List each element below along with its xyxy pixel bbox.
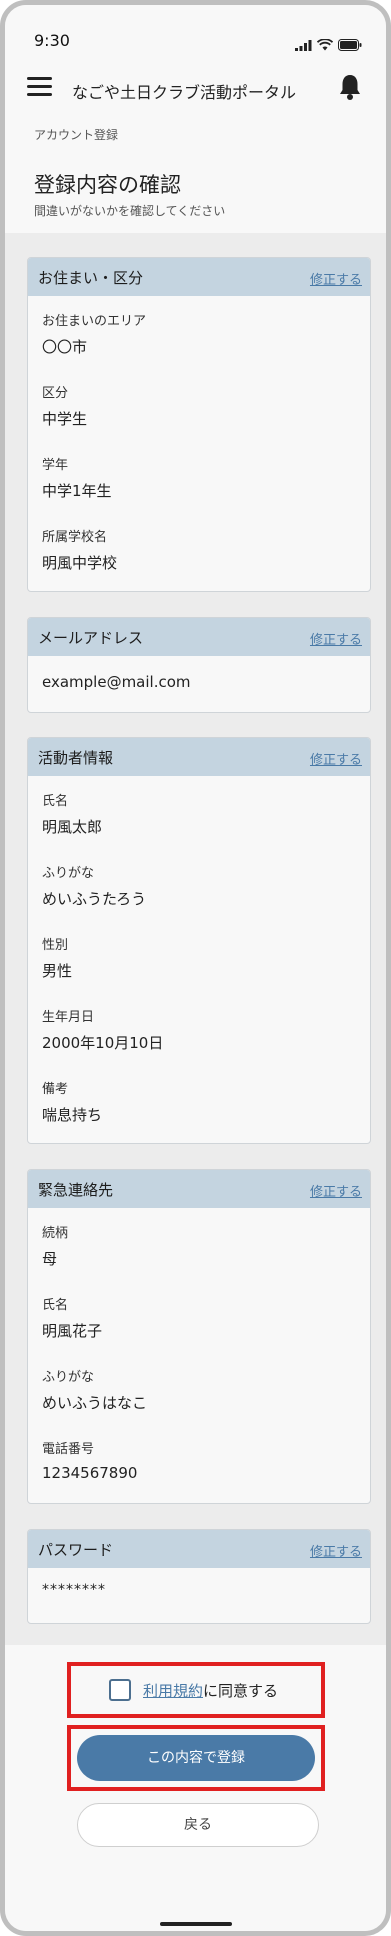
field: お住まいのエリア 〇〇市 xyxy=(42,310,146,357)
field-label: 性別 xyxy=(42,938,69,953)
field-value: 中学生 xyxy=(42,410,88,428)
field-value: 男性 xyxy=(42,962,73,980)
field: 性別 男性 xyxy=(42,934,72,981)
battery-icon xyxy=(338,39,362,51)
password-value: ******** xyxy=(42,1582,106,1598)
card-residence: お住まい・区分 修正する お住まいのエリア 〇〇市 区分 中学生 学年 中学1年… xyxy=(27,257,371,592)
edit-emergency-link[interactable]: 修正する xyxy=(310,1181,362,1200)
field-value: 明風花子 xyxy=(42,1322,103,1340)
edit-residence-link[interactable]: 修正する xyxy=(310,269,362,288)
card-email: メールアドレス 修正する example@mail.com xyxy=(27,617,371,713)
page-title: 登録内容の確認 xyxy=(34,173,181,197)
menu-icon[interactable] xyxy=(27,77,52,97)
app-title: なごや土日クラブ活動ポータル xyxy=(72,83,297,102)
card-member: 活動者情報 修正する 氏名 明風太郎 ふりがな めいふうたろう 性別 男性 生年… xyxy=(27,737,371,1144)
card-header: パスワード 修正する xyxy=(28,1530,370,1568)
terms-label: 利用規約に同意する xyxy=(143,1680,278,1701)
terms-checkbox[interactable] xyxy=(109,1679,131,1701)
field-label: ふりがな xyxy=(42,1370,95,1385)
card-header: メールアドレス 修正する xyxy=(28,618,370,656)
phone-frame: 9:30 なごや土日クラブ活動ポータル アカウント登録 登録内容の確認 間違いが… xyxy=(0,0,391,1936)
field: 氏名 明風太郎 xyxy=(42,790,102,837)
field-label: 氏名 xyxy=(42,1298,69,1313)
field-label: 続柄 xyxy=(42,1226,69,1241)
status-bar: 9:30 xyxy=(5,5,386,61)
wifi-icon xyxy=(317,39,333,51)
email-value: example@mail.com xyxy=(42,673,191,691)
card-emergency: 緊急連絡先 修正する 続柄 母 氏名 明風花子 ふりがな めいふうはなこ 電話番… xyxy=(27,1169,371,1504)
field: 続柄 母 xyxy=(42,1222,68,1269)
terms-link[interactable]: 利用規約 xyxy=(143,1682,203,1700)
field-value: 1234567890 xyxy=(42,1464,138,1482)
bell-icon[interactable] xyxy=(338,73,362,101)
edit-email-link[interactable]: 修正する xyxy=(310,629,362,648)
card-title: お住まい・区分 xyxy=(38,269,144,287)
status-time: 9:30 xyxy=(34,31,70,50)
field-label: ふりがな xyxy=(42,866,95,881)
field-value: 2000年10月10日 xyxy=(42,1034,164,1052)
terms-agreement: 利用規約に同意する xyxy=(109,1679,278,1701)
terms-suffix: に同意する xyxy=(203,1681,279,1700)
page-subtitle: 間違いがないかを確認してください xyxy=(34,204,226,218)
signal-icon xyxy=(295,39,312,51)
field-label: 氏名 xyxy=(42,794,69,809)
field: 氏名 明風花子 xyxy=(42,1294,102,1341)
card-title: パスワード xyxy=(38,1541,114,1559)
field: 生年月日 2000年10月10日 xyxy=(42,1006,163,1053)
field: 区分 中学生 xyxy=(42,382,87,429)
field-label: 電話番号 xyxy=(42,1442,95,1457)
field-value: 〇〇市 xyxy=(42,338,88,356)
card-title: 緊急連絡先 xyxy=(38,1181,114,1199)
field-label: 生年月日 xyxy=(42,1010,95,1025)
field: ふりがな めいふうたろう xyxy=(42,862,146,909)
footer-actions: 利用規約に同意する この内容で登録 戻る xyxy=(5,1645,386,1931)
field-value: 明風中学校 xyxy=(42,554,118,572)
field: 備考 喘息持ち xyxy=(42,1078,102,1125)
field-value: めいふうはなこ xyxy=(42,1394,148,1412)
field-value: めいふうたろう xyxy=(42,890,147,908)
card-title: メールアドレス xyxy=(38,629,144,647)
app-header: なごや土日クラブ活動ポータル xyxy=(5,61,386,115)
submit-highlight: この内容で登録 xyxy=(67,1725,325,1791)
field: 電話番号 1234567890 xyxy=(42,1438,137,1482)
field-value: 喘息持ち xyxy=(42,1106,103,1124)
field-label: 所属学校名 xyxy=(42,530,108,545)
edit-password-link[interactable]: 修正する xyxy=(310,1541,362,1560)
field-label: 区分 xyxy=(42,386,69,401)
back-button[interactable]: 戻る xyxy=(77,1803,319,1847)
field: ふりがな めいふうはなこ xyxy=(42,1366,147,1413)
card-title: 活動者情報 xyxy=(38,749,114,767)
field: 学年 中学1年生 xyxy=(42,454,112,501)
terms-agreement-highlight: 利用規約に同意する xyxy=(67,1662,325,1718)
field-label: 学年 xyxy=(42,458,69,473)
field-value: 中学1年生 xyxy=(42,482,112,500)
field-value: 母 xyxy=(42,1250,58,1268)
home-indicator xyxy=(160,1922,232,1926)
status-icons xyxy=(295,39,362,51)
card-header: 緊急連絡先 修正する xyxy=(28,1170,370,1208)
field-label: お住まいのエリア xyxy=(42,314,147,329)
submit-button[interactable]: この内容で登録 xyxy=(77,1735,315,1781)
card-header: 活動者情報 修正する xyxy=(28,738,370,776)
card-header: お住まい・区分 修正する xyxy=(28,258,370,296)
field-value: 明風太郎 xyxy=(42,818,103,836)
edit-member-link[interactable]: 修正する xyxy=(310,749,362,768)
page-intro: アカウント登録 登録内容の確認 間違いがないかを確認してください xyxy=(5,115,386,233)
card-password: パスワード 修正する ******** xyxy=(27,1529,371,1624)
field: 所属学校名 明風中学校 xyxy=(42,526,117,573)
field-label: 備考 xyxy=(42,1082,69,1097)
breadcrumb: アカウント登録 xyxy=(34,128,119,142)
